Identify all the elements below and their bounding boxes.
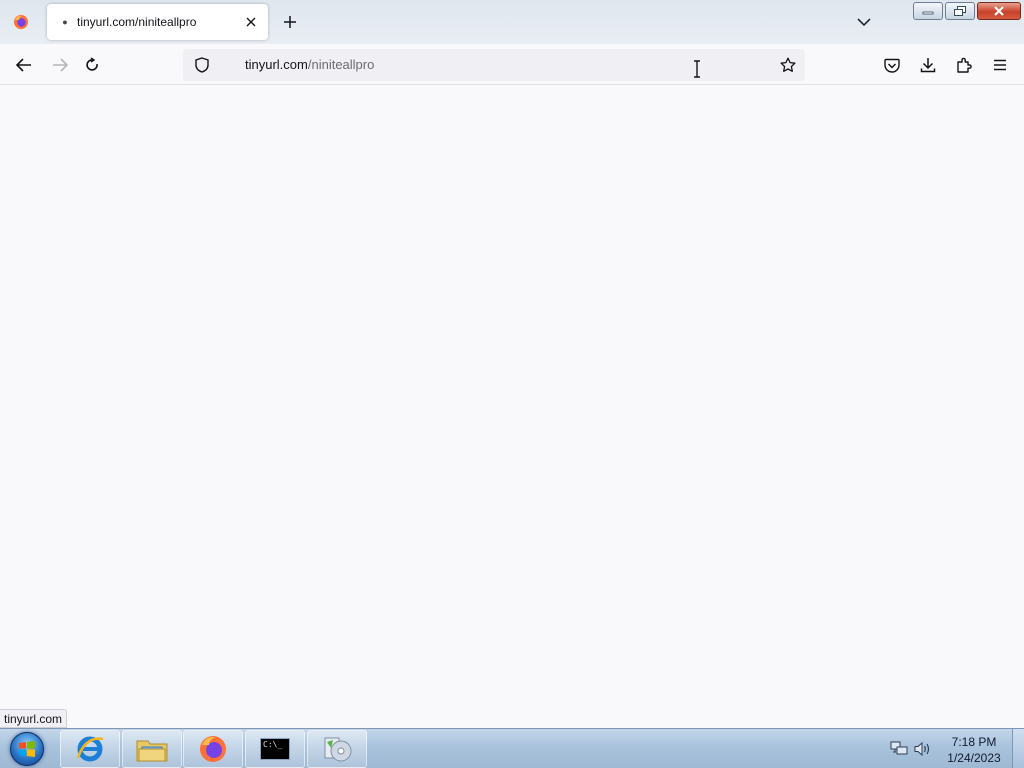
volume-icon[interactable] bbox=[914, 740, 932, 758]
extensions-icon bbox=[957, 57, 972, 73]
chevron-down-icon bbox=[857, 18, 871, 27]
minimize-icon bbox=[922, 11, 934, 15]
url-bar[interactable]: tinyurl.com/niniteallpro bbox=[183, 49, 805, 81]
clock-date: 1/24/2023 bbox=[947, 751, 1001, 765]
forward-button[interactable] bbox=[45, 50, 75, 80]
downloads-button[interactable] bbox=[913, 50, 943, 80]
navigation-toolbar: tinyurl.com/niniteallpro bbox=[0, 44, 1024, 85]
clock-time: 7:18 PM bbox=[951, 735, 997, 749]
taskbar-internet-explorer[interactable] bbox=[60, 730, 120, 768]
reload-button[interactable] bbox=[77, 50, 107, 80]
show-desktop-button[interactable] bbox=[1012, 729, 1024, 768]
shield-icon[interactable] bbox=[187, 50, 217, 80]
taskbar-firefox[interactable] bbox=[183, 730, 243, 768]
extensions-button[interactable] bbox=[949, 50, 979, 80]
internet-explorer-icon bbox=[76, 736, 104, 762]
taskbar-command-prompt[interactable]: C:\_ bbox=[245, 730, 305, 768]
windows-start-icon bbox=[10, 732, 44, 766]
network-icon[interactable] bbox=[890, 740, 908, 758]
window-controls bbox=[911, 2, 1021, 20]
app-menu-button[interactable] bbox=[985, 50, 1015, 80]
reload-icon bbox=[86, 57, 98, 71]
pocket-icon bbox=[884, 58, 900, 73]
media-app-icon bbox=[324, 737, 352, 762]
command-prompt-label: C:\_ bbox=[263, 740, 283, 749]
plus-icon bbox=[284, 16, 296, 28]
text-cursor-icon bbox=[694, 60, 700, 78]
list-all-tabs-button[interactable] bbox=[850, 8, 878, 36]
url-text[interactable]: tinyurl.com/niniteallpro bbox=[245, 57, 374, 72]
tab-title: tinyurl.com/niniteallpro bbox=[77, 15, 197, 29]
hamburger-menu-icon bbox=[994, 59, 1006, 71]
status-panel: tinyurl.com bbox=[0, 709, 68, 728]
loading-dot-icon: ● bbox=[62, 17, 68, 27]
arrow-right-icon bbox=[53, 58, 68, 72]
taskbar-media-app[interactable] bbox=[307, 730, 367, 768]
new-tab-button[interactable] bbox=[276, 8, 304, 36]
url-path: /niniteallpro bbox=[307, 57, 375, 72]
file-explorer-icon bbox=[136, 740, 168, 762]
system-clock[interactable]: 7:18 PM 1/24/2023 bbox=[938, 734, 1010, 766]
firefox-icon[interactable] bbox=[0, 2, 42, 42]
restore-button[interactable] bbox=[945, 2, 975, 20]
close-icon bbox=[994, 6, 1004, 16]
firefox-icon bbox=[200, 736, 226, 762]
download-icon bbox=[920, 58, 936, 73]
pocket-button[interactable] bbox=[877, 50, 907, 80]
taskbar-file-explorer[interactable] bbox=[122, 730, 182, 768]
url-domain: tinyurl.com bbox=[245, 57, 308, 72]
minimize-button[interactable] bbox=[913, 2, 943, 20]
start-button[interactable] bbox=[4, 730, 50, 768]
back-button[interactable] bbox=[9, 50, 39, 80]
tab-active[interactable]: ● tinyurl.com/niniteallpro bbox=[47, 4, 268, 40]
close-icon[interactable] bbox=[239, 10, 263, 34]
arrow-left-icon bbox=[16, 58, 31, 72]
command-prompt-icon: C:\_ bbox=[260, 738, 290, 760]
close-window-button[interactable] bbox=[977, 2, 1021, 20]
star-icon[interactable] bbox=[773, 50, 803, 80]
taskbar: C:\_ 7:18 PM 1/24/2023 bbox=[0, 728, 1024, 768]
restore-icon bbox=[954, 6, 966, 16]
page-content[interactable] bbox=[0, 85, 1024, 728]
tab-strip: ● tinyurl.com/niniteallpro bbox=[0, 0, 1024, 44]
